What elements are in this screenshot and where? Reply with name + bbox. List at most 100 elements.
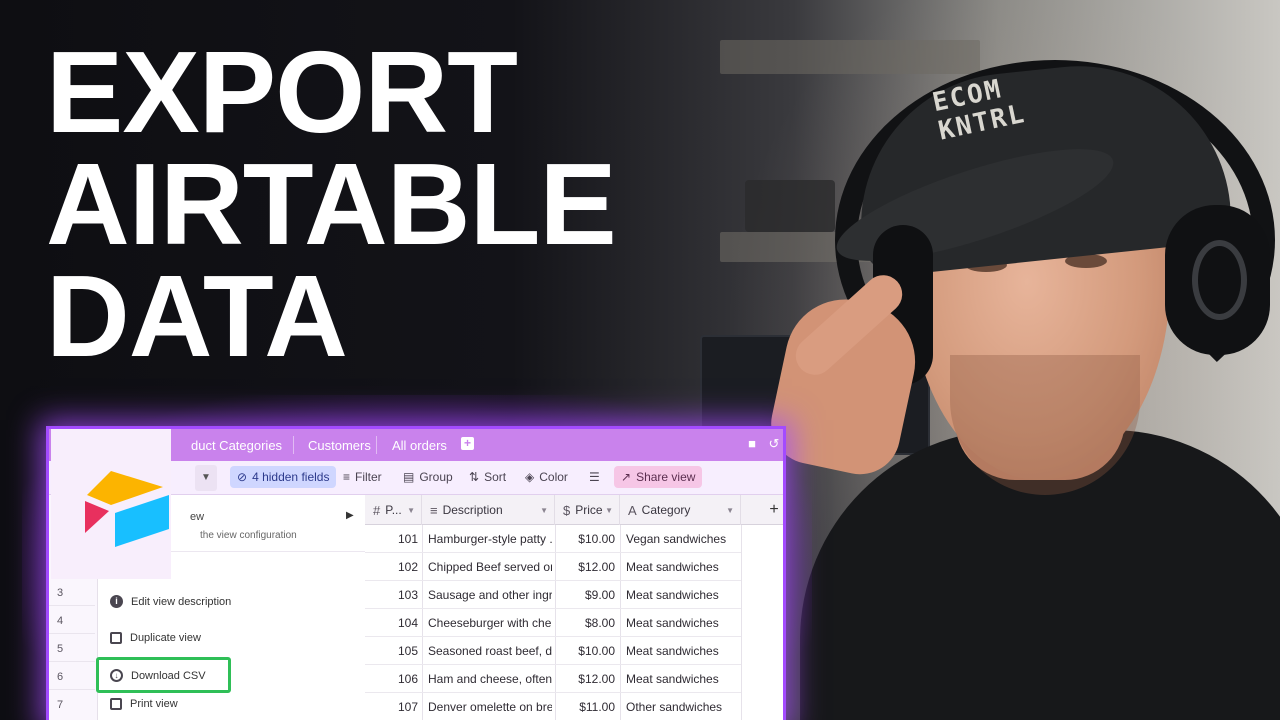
column-header-label: Category bbox=[641, 503, 691, 517]
table-row[interactable]: 107 Denver omelette on bre... $11.00 Oth… bbox=[365, 693, 741, 720]
cell-id[interactable]: 106 bbox=[365, 665, 422, 693]
add-table-icon[interactable]: + bbox=[461, 437, 474, 450]
filter-icon: ≡ bbox=[343, 470, 351, 484]
view-menu-caret-icon[interactable]: ▼ bbox=[195, 465, 217, 491]
tab-product-categories[interactable]: duct Categories bbox=[191, 438, 282, 453]
chevron-down-icon[interactable]: ▼ bbox=[540, 506, 548, 515]
cell-id[interactable]: 102 bbox=[365, 553, 422, 581]
cell-category[interactable]: Meat sandwiches bbox=[626, 553, 741, 581]
cell-category[interactable]: Meat sandwiches bbox=[626, 581, 741, 609]
headline-line-3: DATA bbox=[46, 251, 348, 381]
cell-description[interactable]: Cheeseburger with che... bbox=[428, 609, 552, 637]
cell-description[interactable]: Denver omelette on bre... bbox=[428, 693, 552, 720]
table-row[interactable]: 103 Sausage and other ingr... $9.00 Meat… bbox=[365, 581, 741, 609]
cell-price[interactable]: $12.00 bbox=[555, 665, 615, 693]
column-header-price[interactable]: $ Price ▼ bbox=[555, 495, 620, 525]
share-view-button[interactable]: ↗ Share view bbox=[614, 466, 703, 488]
table-row[interactable]: 102 Chipped Beef served on... $12.00 Mea… bbox=[365, 553, 741, 581]
row-divider bbox=[49, 689, 95, 690]
cell-category[interactable]: Meat sandwiches bbox=[626, 637, 741, 665]
airtable-window: duct Categories Customers All orders + ■… bbox=[46, 426, 786, 720]
trash-icon[interactable]: ■ bbox=[745, 437, 759, 451]
table-row[interactable]: 106 Ham and cheese, often ... $12.00 Mea… bbox=[365, 665, 741, 693]
column-header-description[interactable]: ≡ Description ▼ bbox=[422, 495, 555, 525]
column-header-label: P... bbox=[385, 503, 402, 517]
column-divider bbox=[741, 525, 742, 720]
cell-id[interactable]: 101 bbox=[365, 525, 422, 553]
submenu-arrow-icon[interactable]: ▶ bbox=[346, 510, 354, 521]
cell-description[interactable]: Hamburger-style patty ... bbox=[428, 525, 552, 553]
cell-id[interactable]: 104 bbox=[365, 609, 422, 637]
row-number: 5 bbox=[57, 643, 64, 655]
table-row[interactable]: 104 Cheeseburger with che... $8.00 Meat … bbox=[365, 609, 741, 637]
add-field-icon[interactable]: + bbox=[759, 495, 783, 525]
cell-price[interactable]: $9.00 bbox=[555, 581, 615, 609]
history-icon[interactable]: ↺ bbox=[767, 437, 781, 451]
cell-description[interactable]: Sausage and other ingr... bbox=[428, 581, 552, 609]
group-button[interactable]: ▤ Group bbox=[403, 470, 453, 484]
headline-line-2: AIRTABLE bbox=[46, 139, 617, 269]
cell-category[interactable]: Vegan sandwiches bbox=[626, 525, 741, 553]
cell-id[interactable]: 103 bbox=[365, 581, 422, 609]
print-icon bbox=[110, 698, 122, 710]
menu-item-label: Print view bbox=[130, 698, 178, 710]
chevron-down-icon[interactable]: ▼ bbox=[605, 506, 613, 515]
eye-slash-icon: ⊘ bbox=[237, 470, 248, 484]
cell-id[interactable]: 105 bbox=[365, 637, 422, 665]
tab-customers[interactable]: Customers bbox=[308, 438, 371, 453]
cell-category[interactable]: Other sandwiches bbox=[626, 693, 741, 720]
cell-description[interactable]: Seasoned roast beef, dr... bbox=[428, 637, 552, 665]
tab-all-orders[interactable]: All orders bbox=[392, 438, 447, 453]
color-bucket-icon: ◈ bbox=[525, 470, 535, 484]
number-field-icon: # bbox=[373, 502, 381, 518]
info-icon: i bbox=[110, 595, 123, 608]
column-header-category[interactable]: A Category ▼ bbox=[620, 495, 741, 525]
filter-button[interactable]: ≡ Filter bbox=[343, 470, 382, 484]
headphone-ring bbox=[1192, 240, 1247, 320]
cell-category[interactable]: Meat sandwiches bbox=[626, 665, 741, 693]
cell-description[interactable]: Ham and cheese, often ... bbox=[428, 665, 552, 693]
color-label: Color bbox=[539, 470, 568, 484]
cell-price[interactable]: $8.00 bbox=[555, 609, 615, 637]
column-header-label: Price bbox=[575, 503, 603, 517]
row-divider bbox=[49, 633, 95, 634]
tab-divider bbox=[376, 436, 377, 454]
cell-description[interactable]: Chipped Beef served on... bbox=[428, 553, 552, 581]
sort-icon: ⇅ bbox=[469, 470, 480, 484]
cell-price[interactable]: $10.00 bbox=[555, 637, 615, 665]
cell-price[interactable]: $10.00 bbox=[555, 525, 615, 553]
download-csv-item[interactable]: ↓ Download CSV bbox=[110, 669, 206, 682]
cell-price[interactable]: $12.00 bbox=[555, 553, 615, 581]
sort-button[interactable]: ⇅ Sort bbox=[469, 470, 506, 484]
menu-view-title[interactable]: ew bbox=[190, 511, 204, 523]
duplicate-icon bbox=[110, 632, 122, 644]
chevron-down-icon[interactable]: ▼ bbox=[407, 506, 415, 515]
edit-view-description-item[interactable]: i Edit view description bbox=[110, 595, 231, 608]
cell-price[interactable]: $11.00 bbox=[555, 693, 615, 720]
group-label: Group bbox=[419, 470, 453, 484]
chevron-down-icon[interactable]: ▼ bbox=[726, 506, 734, 515]
share-view-label: Share view bbox=[636, 470, 696, 484]
menu-item-label: Edit view description bbox=[131, 595, 232, 608]
row-height-button[interactable]: ☰ bbox=[589, 470, 600, 484]
cell-category[interactable]: Meat sandwiches bbox=[626, 609, 741, 637]
currency-icon: $ bbox=[563, 502, 571, 518]
records-grid: # P... ▼ ≡ Description ▼ $ Price ▼ A Cat… bbox=[365, 495, 783, 720]
hide-fields-button[interactable]: ⊘ 4 hidden fields bbox=[230, 466, 337, 488]
text-field-icon: A bbox=[628, 502, 637, 518]
filter-label: Filter bbox=[355, 470, 382, 484]
row-divider bbox=[49, 605, 95, 606]
table-row[interactable]: 101 Hamburger-style patty ... $10.00 Veg… bbox=[365, 525, 741, 553]
duplicate-view-item[interactable]: Duplicate view bbox=[110, 632, 201, 644]
color-button[interactable]: ◈ Color bbox=[525, 470, 568, 484]
print-view-item[interactable]: Print view bbox=[110, 698, 178, 710]
tab-divider bbox=[293, 436, 294, 454]
row-divider bbox=[49, 661, 95, 662]
airtable-logo-icon bbox=[85, 471, 169, 547]
presenter-photo: ECOM KNTRL bbox=[760, 0, 1280, 720]
cell-id[interactable]: 107 bbox=[365, 693, 422, 720]
column-header-id[interactable]: # P... ▼ bbox=[365, 495, 422, 525]
menu-view-subtitle: the view configuration bbox=[200, 530, 297, 541]
headline: EXPORT AIRTABLE DATA bbox=[46, 34, 617, 381]
table-row[interactable]: 105 Seasoned roast beef, dr... $10.00 Me… bbox=[365, 637, 741, 665]
